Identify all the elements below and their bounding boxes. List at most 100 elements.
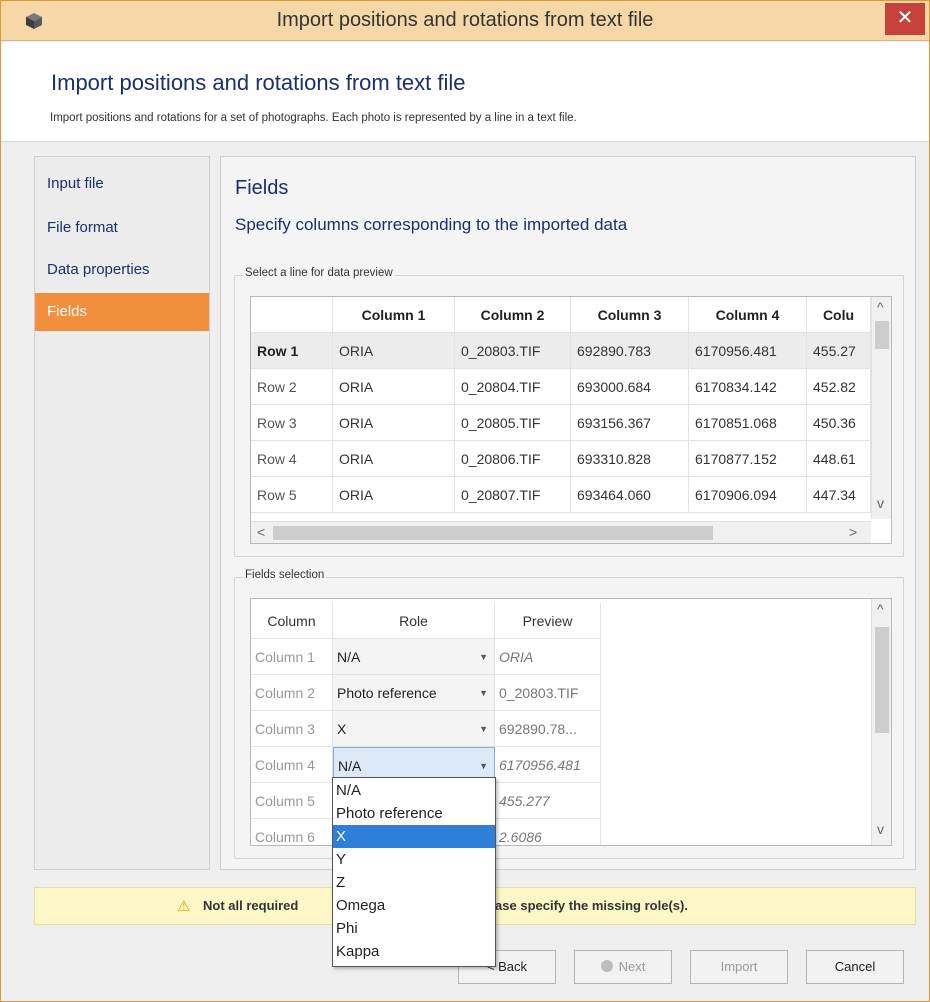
fields-row: Column 2 Photo reference ▼ 0_20803.TIF	[251, 675, 601, 711]
header-title: Import positions and rotations from text…	[51, 70, 466, 95]
role-select[interactable]: Photo reference ▼	[333, 675, 495, 711]
row-header[interactable]: Row 1	[251, 333, 333, 369]
table-cell[interactable]: ORIA	[333, 369, 455, 405]
next-icon	[600, 960, 613, 972]
role-select[interactable]: N/A ▼	[333, 639, 495, 675]
import-button[interactable]: Import	[690, 950, 788, 984]
table-cell[interactable]: ORIA	[333, 441, 455, 477]
dropdown-option[interactable]: X	[333, 825, 495, 848]
role-select[interactable]: X ▼	[333, 711, 495, 747]
table-cell[interactable]: 0_20806.TIF	[455, 441, 571, 477]
nav-item-file-format[interactable]: File format	[35, 209, 209, 247]
table-row[interactable]: Row 5 ORIA 0_20807.TIF 693464.060 6170906.09…	[251, 477, 871, 513]
role-select-value: Photo reference	[337, 685, 437, 701]
table-row[interactable]: Row 1 ORIA 0_20803.TIF 692890.783 6170956.48…	[251, 333, 871, 369]
row-header[interactable]: Row 4	[251, 441, 333, 477]
page-title: Fields	[235, 177, 289, 199]
scroll-down-icon[interactable]: v	[877, 821, 884, 837]
fields-row: Column 3 X ▼ 692890.78...	[251, 711, 601, 747]
dropdown-option[interactable]: Z	[333, 871, 495, 894]
role-select-value: N/A	[338, 758, 362, 774]
preview-header-row: Column 1 Column 2 Column 3 Column 4 Colu	[251, 297, 871, 333]
table-cell[interactable]: 0_20804.TIF	[455, 369, 571, 405]
scroll-up-icon[interactable]: ^	[877, 601, 884, 617]
table-cell[interactable]: 692890.783	[571, 333, 689, 369]
role-header: Role	[333, 603, 495, 639]
next-button[interactable]: Next	[574, 950, 672, 984]
wizard-nav: Input file File format Data properties F…	[34, 156, 210, 870]
table-cell[interactable]: 693156.367	[571, 405, 689, 441]
table-cell[interactable]: 693310.828	[571, 441, 689, 477]
preview-cell: 2.6086	[495, 819, 601, 845]
column-name-cell: Column 3	[251, 711, 333, 747]
preview-cell: 455.277	[495, 783, 601, 819]
table-cell[interactable]: 0_20807.TIF	[455, 477, 571, 513]
fields-group-label: Fields selection	[243, 569, 327, 581]
table-cell[interactable]: 450.36	[807, 405, 871, 441]
table-cell[interactable]: 6170877.152	[689, 441, 807, 477]
scroll-right-icon[interactable]: >	[849, 524, 857, 540]
scrollbar-thumb[interactable]	[273, 526, 713, 540]
nav-item-fields[interactable]: Fields	[35, 293, 209, 331]
column-header[interactable]: Column 4	[689, 297, 807, 333]
scroll-down-icon[interactable]: v	[877, 495, 884, 511]
table-row[interactable]: Row 2 ORIA 0_20804.TIF 693000.684 6170834.14…	[251, 369, 871, 405]
table-cell[interactable]: ORIA	[333, 333, 455, 369]
table-row[interactable]: Row 4 ORIA 0_20806.TIF 693310.828 6170877.15…	[251, 441, 871, 477]
column-name-cell: Column 1	[251, 639, 333, 675]
table-cell[interactable]: 452.82	[807, 369, 871, 405]
table-cell[interactable]: 6170906.094	[689, 477, 807, 513]
column-header[interactable]: Column 1	[333, 297, 455, 333]
window-title: Import positions and rotations from text…	[276, 9, 654, 31]
preview-table[interactable]: Column 1 Column 2 Column 3 Column 4 Colu…	[250, 296, 892, 544]
table-cell[interactable]: 0_20803.TIF	[455, 333, 571, 369]
table-cell[interactable]: 455.27	[807, 333, 871, 369]
close-button[interactable]: ✕	[885, 3, 925, 35]
scroll-up-icon[interactable]: ^	[877, 299, 884, 315]
chevron-down-icon[interactable]: ▼	[479, 675, 488, 710]
column-header[interactable]: Column 2	[455, 297, 571, 333]
row-header[interactable]: Row 5	[251, 477, 333, 513]
column-header[interactable]: Colu	[807, 297, 871, 333]
scrollbar-thumb[interactable]	[875, 627, 889, 733]
table-cell[interactable]: 693000.684	[571, 369, 689, 405]
nav-item-input-file[interactable]: Input file	[35, 165, 209, 203]
row-header[interactable]: Row 3	[251, 405, 333, 441]
table-cell[interactable]: 6170834.142	[689, 369, 807, 405]
chevron-down-icon[interactable]: ▼	[479, 639, 488, 674]
dropdown-option[interactable]: N/A	[333, 779, 495, 802]
role-dropdown-list[interactable]: N/A Photo reference X Y Z Omega Phi Kappa	[332, 777, 496, 967]
warning-text-start: Not all required	[203, 898, 299, 913]
fields-vertical-scrollbar[interactable]: ^ v	[871, 599, 891, 845]
scroll-left-icon[interactable]: <	[257, 524, 265, 540]
preview-cell: 6170956.481	[495, 747, 601, 783]
table-row[interactable]: Row 3 ORIA 0_20805.TIF 693156.367 6170851.06…	[251, 405, 871, 441]
table-cell[interactable]: 693464.060	[571, 477, 689, 513]
cancel-button[interactable]: Cancel	[806, 950, 904, 984]
dropdown-option[interactable]: Y	[333, 848, 495, 871]
dropdown-option[interactable]: Phi	[333, 917, 495, 940]
table-cell[interactable]: ORIA	[333, 405, 455, 441]
table-cell[interactable]: 448.61	[807, 441, 871, 477]
row-header[interactable]: Row 2	[251, 369, 333, 405]
preview-cell: ORIA	[495, 639, 601, 675]
chevron-down-icon[interactable]: ▼	[479, 711, 488, 746]
scrollbar-thumb[interactable]	[875, 321, 889, 349]
warning-icon: ⚠	[177, 898, 191, 915]
table-cell[interactable]: 6170956.481	[689, 333, 807, 369]
dropdown-option[interactable]: Photo reference	[333, 802, 495, 825]
preview-vertical-scrollbar[interactable]: ^ v	[871, 297, 891, 519]
table-cell[interactable]: 447.34	[807, 477, 871, 513]
table-cell[interactable]: ORIA	[333, 477, 455, 513]
table-cell[interactable]: 0_20805.TIF	[455, 405, 571, 441]
column-name-cell: Column 6	[251, 819, 333, 845]
dropdown-option[interactable]: Omega	[333, 894, 495, 917]
dropdown-option[interactable]: Kappa	[333, 940, 495, 963]
column-name-cell: Column 2	[251, 675, 333, 711]
corner-cell	[251, 297, 333, 333]
column-header[interactable]: Column 3	[571, 297, 689, 333]
close-icon: ✕	[896, 7, 914, 29]
nav-item-data-properties[interactable]: Data properties	[35, 251, 209, 289]
preview-horizontal-scrollbar[interactable]: < >	[251, 521, 871, 543]
table-cell[interactable]: 6170851.068	[689, 405, 807, 441]
